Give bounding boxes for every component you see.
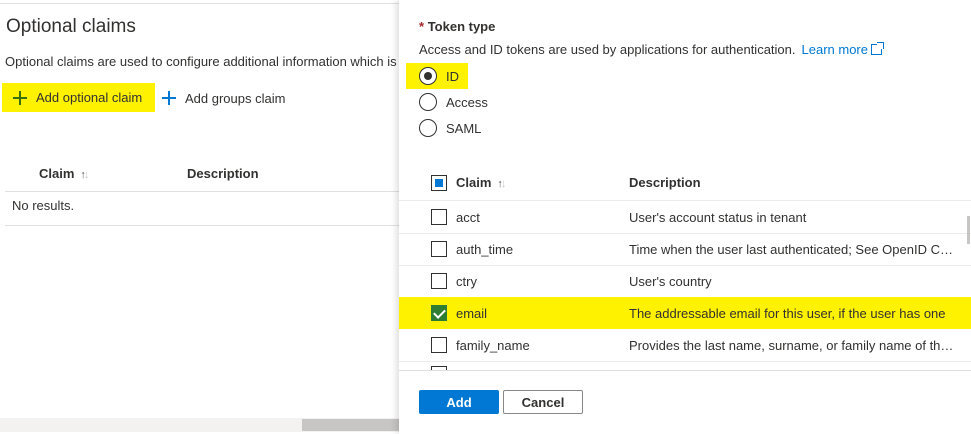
- radio-label: ID: [446, 68, 459, 84]
- plus-icon: [162, 91, 176, 105]
- table-row[interactable]: acct User's account status in tenant: [399, 201, 971, 233]
- add-button[interactable]: Add: [419, 390, 499, 414]
- add-groups-claim-label: Add groups claim: [185, 90, 286, 106]
- cancel-button[interactable]: Cancel: [503, 390, 583, 414]
- radio-token-id[interactable]: ID: [406, 63, 468, 89]
- vertical-scrollbar-thumb[interactable]: [967, 216, 970, 244]
- divider: [399, 370, 971, 371]
- token-type-description-text: Access and ID tokens are used by applica…: [419, 42, 796, 57]
- grid-header: Claim ↑↓ Description: [399, 166, 971, 200]
- row-checkbox[interactable]: [431, 209, 447, 225]
- token-type-description: Access and ID tokens are used by applica…: [419, 42, 884, 57]
- claim-name: auth_time: [456, 242, 514, 257]
- empty-state-text: No results.: [12, 198, 75, 213]
- row-checkbox[interactable]: [431, 241, 447, 257]
- radio-token-access[interactable]: Access: [419, 89, 488, 115]
- page-description: Optional claims are used to configure ad…: [5, 54, 397, 69]
- radio-label: Access: [446, 94, 488, 110]
- radio-unchecked-icon: [419, 119, 437, 137]
- row-checkbox-checked[interactable]: [431, 305, 447, 321]
- table-row-selected[interactable]: email The addressable email for this use…: [399, 297, 971, 329]
- column-header-claim-label: Claim: [39, 166, 75, 181]
- page-title: Optional claims: [6, 16, 136, 37]
- column-header-claim[interactable]: Claim ↑↓: [456, 175, 506, 190]
- radio-unchecked-icon: [419, 93, 437, 111]
- token-type-label: * Token type: [419, 19, 495, 34]
- table-row[interactable]: auth_time Time when the user last authen…: [399, 233, 971, 265]
- row-checkbox[interactable]: [431, 273, 447, 289]
- required-marker: *: [419, 19, 425, 34]
- add-optional-claim-button[interactable]: Add optional claim: [2, 83, 155, 112]
- claim-name: ctry: [456, 274, 477, 289]
- plus-icon: [13, 90, 27, 105]
- column-header-claim-label: Claim: [456, 175, 492, 190]
- claim-name: acct: [456, 210, 480, 225]
- learn-more-link[interactable]: Learn more: [801, 42, 884, 57]
- divider: [5, 225, 400, 226]
- claim-name: family_name: [456, 338, 530, 353]
- select-all-checkbox[interactable]: [431, 175, 447, 191]
- claim-description: User's country: [629, 274, 712, 289]
- learn-more-text: Learn more: [801, 42, 868, 57]
- claim-description: The addressable email for this user, if …: [629, 306, 946, 321]
- table-row[interactable]: family_name Provides the last name, surn…: [399, 329, 971, 361]
- divider: [0, 3, 400, 4]
- horizontal-scrollbar-thumb[interactable]: [302, 419, 400, 431]
- radio-checked-icon: [419, 67, 437, 85]
- sort-icon: ↑↓: [80, 169, 89, 181]
- divider: [5, 191, 400, 192]
- divider: [399, 361, 971, 362]
- table-row[interactable]: ctry User's country: [399, 265, 971, 297]
- claim-description: Provides the last name, surname, or fami…: [629, 338, 959, 353]
- add-groups-claim-button[interactable]: Add groups claim: [160, 84, 285, 112]
- token-type-label-text: Token type: [427, 19, 496, 34]
- claim-description: User's account status in tenant: [629, 210, 807, 225]
- column-header-claim[interactable]: Claim ↑↓: [39, 166, 89, 181]
- add-optional-claim-label: Add optional claim: [36, 90, 143, 105]
- sort-icon: ↑↓: [497, 178, 506, 190]
- row-checkbox[interactable]: [431, 337, 447, 353]
- claim-description: Time when the user last authenticated; S…: [629, 242, 959, 257]
- claim-name: email: [456, 306, 488, 321]
- optional-claims-page: Optional claims Optional claims are used…: [0, 0, 400, 434]
- radio-token-saml[interactable]: SAML: [419, 115, 481, 141]
- add-optional-claim-panel: * Token type Access and ID tokens are us…: [399, 0, 971, 434]
- column-header-description: Description: [187, 166, 259, 181]
- external-link-icon: [870, 42, 884, 55]
- radio-label: SAML: [446, 120, 482, 136]
- column-header-description: Description: [629, 175, 701, 190]
